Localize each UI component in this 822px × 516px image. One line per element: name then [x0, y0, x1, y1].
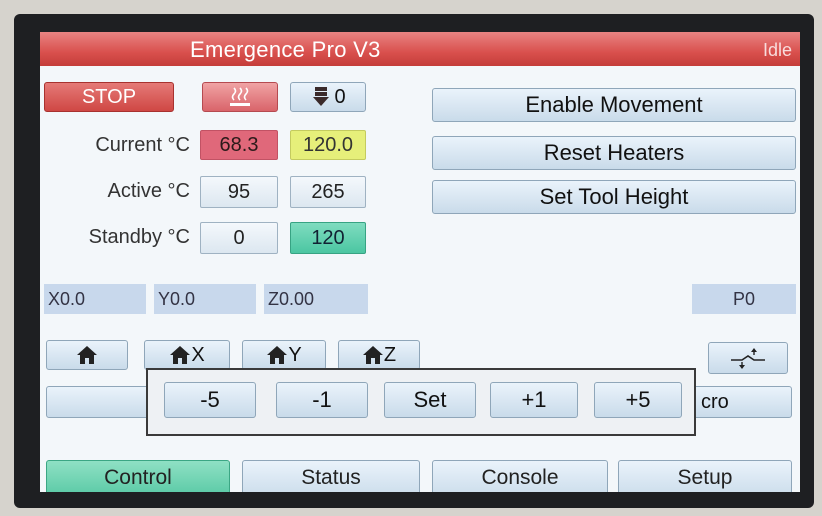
home-y-button[interactable]: Y — [242, 340, 326, 370]
machine-title: Emergence Pro V3 — [190, 37, 381, 62]
current-temp-label: Current °C — [95, 134, 190, 156]
minus-5-button[interactable]: -5 — [164, 382, 256, 418]
x-position: X0.0 — [44, 284, 146, 314]
heater-icon — [230, 87, 250, 106]
tab-setup[interactable]: Setup — [618, 460, 792, 492]
home-icon — [170, 346, 191, 364]
heater-toggle-button[interactable] — [202, 82, 278, 112]
reset-heaters-button[interactable]: Reset Heaters — [432, 136, 796, 170]
home-x-label: X — [191, 343, 205, 366]
home-x-button[interactable]: X — [144, 340, 230, 370]
z-position: Z0.00 — [264, 284, 368, 314]
machine-status: Idle — [762, 40, 792, 60]
extruder-fan-button[interactable]: 0 — [290, 82, 366, 112]
stop-button[interactable]: STOP — [44, 82, 174, 112]
home-icon — [77, 346, 97, 364]
tab-control[interactable]: Control — [46, 460, 230, 492]
title-bar: Emergence Pro V3 Idle — [40, 32, 800, 66]
probe-value: P0 — [692, 284, 796, 314]
macro-button[interactable]: cro — [688, 386, 792, 418]
home-z-label: Z — [383, 343, 397, 366]
home-y-label: Y — [288, 343, 302, 366]
plus-1-button[interactable]: +1 — [490, 382, 578, 418]
bed-standby-temp-input[interactable]: 0 — [200, 222, 278, 254]
home-z-button[interactable]: Z — [338, 340, 420, 370]
adjust-popup: -5 -1 Set +1 +5 — [146, 368, 696, 436]
active-temp-label: Active °C — [107, 180, 190, 202]
set-button[interactable]: Set — [384, 382, 476, 418]
home-all-button[interactable] — [46, 340, 128, 370]
touch-screen: Emergence Pro V3 Idle STOP 0 Enable Move… — [40, 32, 800, 492]
extrude-icon — [313, 87, 330, 106]
set-tool-height-button[interactable]: Set Tool Height — [432, 180, 796, 214]
bed-current-temp: 68.3 — [200, 130, 278, 160]
enable-movement-button[interactable]: Enable Movement — [432, 88, 796, 122]
y-position: Y0.0 — [154, 284, 256, 314]
bed-compensation-button[interactable] — [708, 342, 788, 374]
home-icon — [267, 346, 288, 364]
tab-console[interactable]: Console — [432, 460, 608, 492]
tool-current-temp: 120.0 — [290, 130, 366, 160]
minus-1-button[interactable]: -1 — [276, 382, 368, 418]
tool-standby-temp-input[interactable]: 120 — [290, 222, 366, 254]
bed-active-temp-input[interactable]: 95 — [200, 176, 278, 208]
tool-active-temp-input[interactable]: 265 — [290, 176, 366, 208]
bed-compensation-icon — [731, 348, 765, 369]
fan-value: 0 — [334, 85, 346, 108]
standby-temp-label: Standby °C — [88, 226, 190, 248]
plus-5-button[interactable]: +5 — [594, 382, 682, 418]
tab-status[interactable]: Status — [242, 460, 420, 492]
home-icon — [362, 346, 383, 364]
